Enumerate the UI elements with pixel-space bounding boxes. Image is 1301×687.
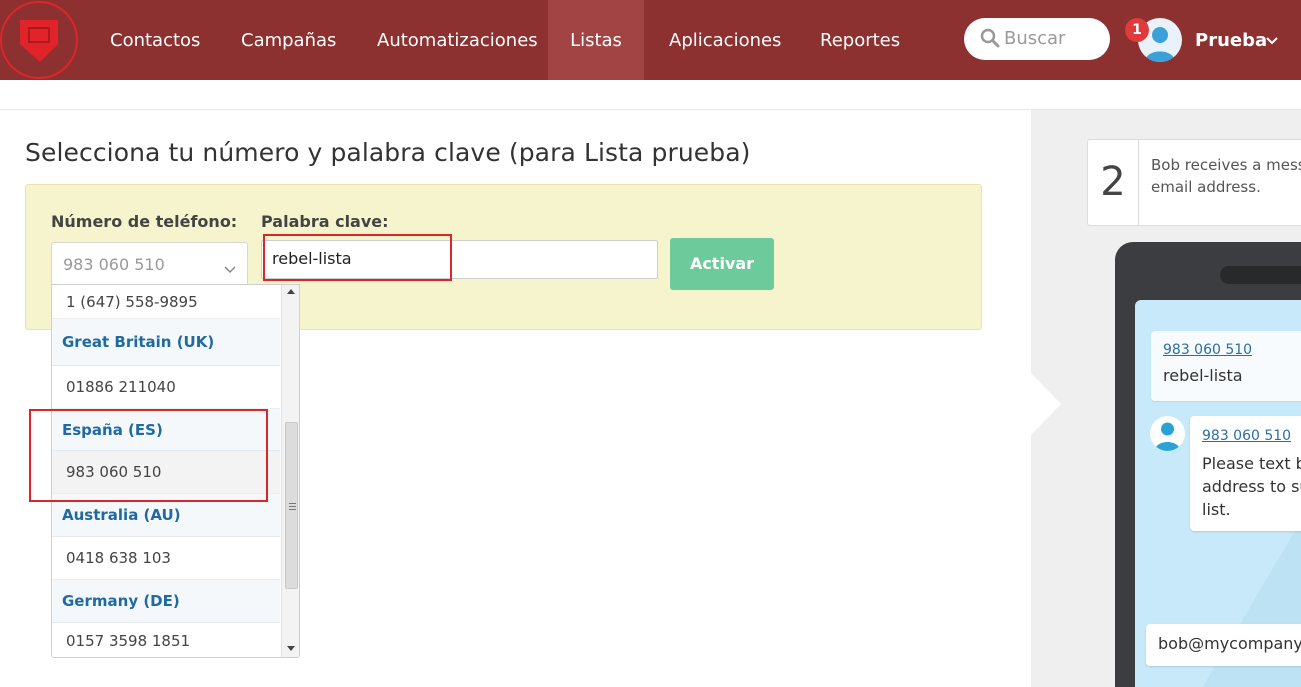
preview-pointer (1031, 373, 1061, 435)
chevron-down-icon[interactable] (1265, 33, 1279, 52)
selected-phone-value: 983 060 510 (63, 255, 165, 274)
sender-avatar-icon (1150, 416, 1185, 451)
dropdown-group-uk: Great Britain (UK) (52, 319, 280, 366)
step-text-line: email address. (1151, 178, 1261, 196)
message-text: bob@mycompany. (1158, 634, 1301, 653)
dropdown-option[interactable]: 0157 3598 1851 (52, 623, 280, 657)
dropdown-option[interactable]: 1 (647) 558-9895 (52, 285, 280, 319)
option-label: 1 (647) 558-9895 (66, 292, 198, 311)
nav-automatizaciones[interactable]: Automatizaciones (377, 0, 538, 80)
search-icon (980, 28, 1000, 52)
phone-number-label: Número de teléfono: (51, 212, 238, 231)
page-title: Selecciona tu número y palabra clave (pa… (25, 138, 751, 167)
notification-badge[interactable]: 1 (1125, 18, 1149, 42)
search-placeholder: Buscar (1004, 28, 1066, 49)
dropdown-group-de: Germany (DE) (52, 580, 280, 623)
group-label: Germany (DE) (62, 592, 180, 610)
option-label: 01886 211040 (66, 378, 176, 396)
dropdown-scrollbar[interactable] (281, 285, 299, 657)
nav-aplicaciones[interactable]: Aplicaciones (669, 0, 781, 80)
message-line: Please text ba (1202, 454, 1301, 473)
group-label: Australia (AU) (62, 506, 181, 524)
step-text: Bob receives a mess email address. (1151, 154, 1301, 198)
app-logo-icon[interactable] (0, 0, 80, 80)
step-number: 2 (1088, 140, 1139, 225)
keyword-label: Palabra clave: (261, 212, 389, 231)
dropdown-option[interactable]: 0418 638 103 (52, 537, 280, 580)
spain-highlight-box (29, 409, 268, 502)
dropdown-option[interactable]: 01886 211040 (52, 366, 280, 409)
step-text-line: Bob receives a mess (1151, 156, 1301, 174)
username-label[interactable]: Prueba (1195, 0, 1267, 80)
message-text: Please text ba address to su list. (1202, 452, 1301, 521)
step-card: 2 Bob receives a mess email address. (1087, 139, 1301, 226)
nav-reportes[interactable]: Reportes (820, 0, 900, 80)
message-line: address to su (1202, 477, 1301, 496)
scrollbar-thumb[interactable] (285, 422, 298, 589)
group-label: Great Britain (UK) (62, 333, 215, 351)
keyword-highlight-box (263, 234, 452, 281)
option-label: 0157 3598 1851 (66, 631, 191, 650)
scroll-down-icon[interactable] (287, 646, 295, 651)
scroll-up-icon[interactable] (287, 289, 295, 294)
phone-number-select[interactable]: 983 060 510 (51, 242, 248, 286)
chevron-down-icon (224, 260, 236, 279)
grip-icon (289, 503, 296, 510)
search-box[interactable]: Buscar (964, 18, 1110, 60)
phone-speaker (1220, 266, 1301, 284)
message-text: rebel-lista (1163, 366, 1243, 385)
option-label: 0418 638 103 (66, 549, 171, 567)
nav-campanas[interactable]: Campañas (241, 0, 336, 80)
header-spacer (0, 80, 1301, 110)
message-sender-link[interactable]: 983 060 510 (1163, 342, 1252, 358)
activate-button[interactable]: Activar (670, 238, 774, 290)
nav-listas[interactable]: Listas (548, 0, 644, 80)
message-line: list. (1202, 500, 1231, 519)
nav-contactos[interactable]: Contactos (110, 0, 200, 80)
message-sender-link[interactable]: 983 060 510 (1202, 428, 1291, 444)
